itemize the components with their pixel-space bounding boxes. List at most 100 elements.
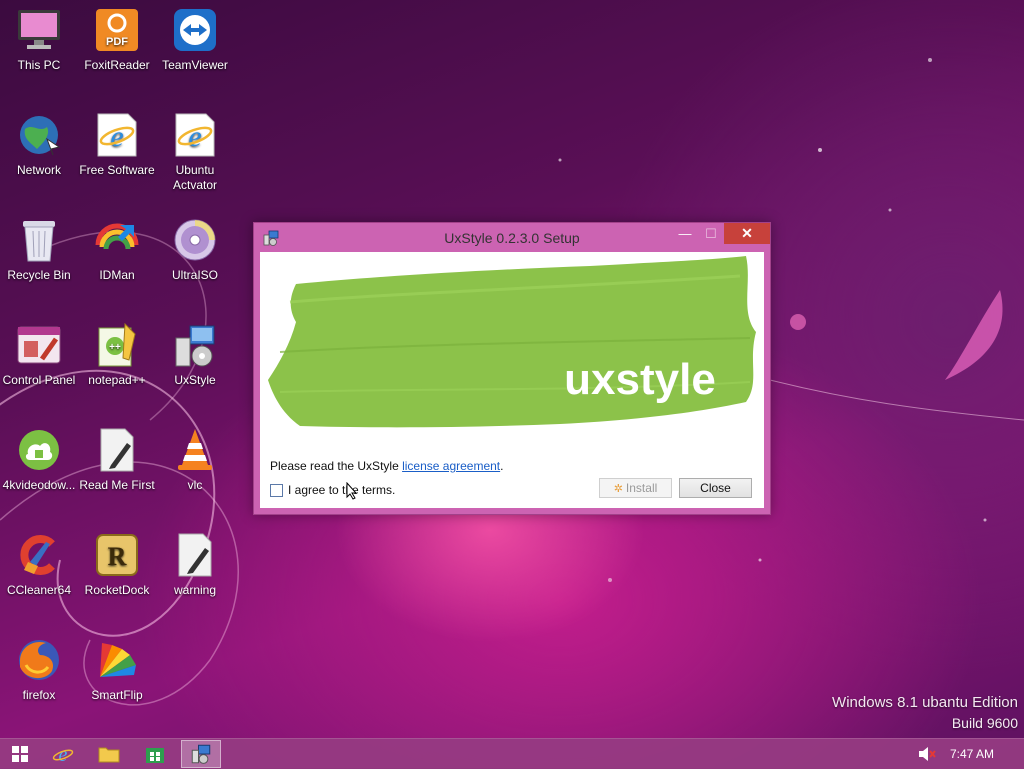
desktop-icon-vlc[interactable]: vlc — [156, 420, 234, 520]
icon-label: Control Panel — [2, 373, 76, 387]
install-label: Install — [625, 481, 658, 495]
install-button[interactable]: ✲ Install — [599, 478, 672, 498]
shield-gear-icon: ✲ — [613, 482, 623, 495]
control-panel-icon — [15, 321, 63, 369]
desktop-icon-recycle-bin[interactable]: Recycle Bin — [0, 210, 78, 310]
agree-checkbox-row[interactable]: I agree to the terms. — [270, 483, 395, 497]
icon-label: Free Software — [79, 163, 155, 177]
vlc-cone-icon — [171, 426, 219, 474]
desktop-icon-teamviewer[interactable]: TeamViewer — [156, 0, 234, 100]
icon-label: SmartFlip — [91, 688, 143, 702]
desktop-icon-warning[interactable]: warning — [156, 525, 234, 625]
computer-icon — [15, 6, 63, 54]
icon-label: RocketDock — [84, 583, 150, 597]
desktop-icon-ubuntu-actvator[interactable]: e Ubuntu Actvator — [156, 105, 234, 205]
setup-icon — [171, 321, 219, 369]
svg-text:++: ++ — [109, 342, 121, 353]
edition-text: Windows 8.1 ubantu Edition — [832, 694, 1018, 711]
desktop-icon-this-pc[interactable]: This PC — [0, 0, 78, 100]
icon-label: vlc — [187, 478, 203, 492]
internet-explorer-icon: e — [93, 111, 141, 159]
license-prompt: Please read the UxStyle license agreemen… — [270, 459, 503, 473]
document-icon — [171, 531, 219, 579]
desktop-icon-foxitreader[interactable]: PDF FoxitReader — [78, 0, 156, 100]
minimize-button[interactable]: — — [672, 223, 698, 244]
notepad-plus-icon: ++ — [93, 321, 141, 369]
color-fan-icon — [93, 636, 141, 684]
desktop-icon-4kvideodownloader[interactable]: 4kvideodow... — [0, 420, 78, 520]
icon-label: 4kvideodow... — [2, 478, 76, 492]
desktop-icon-network[interactable]: Network — [0, 105, 78, 205]
taskbar-store[interactable] — [135, 740, 175, 768]
icon-label: Recycle Bin — [7, 268, 71, 282]
icon-label: UltraISO — [171, 268, 218, 282]
svg-text:e: e — [110, 120, 123, 153]
store-icon — [146, 748, 164, 763]
license-agreement-link[interactable]: license agreement — [402, 459, 500, 473]
uxstyle-banner: uxstyle — [268, 256, 756, 428]
mouse-cursor-icon — [346, 482, 358, 500]
desktop-icon-free-software[interactable]: e Free Software — [78, 105, 156, 205]
desktop-icon-read-me-first[interactable]: Read Me First — [78, 420, 156, 520]
network-globe-icon — [15, 111, 63, 159]
agree-checkbox[interactable] — [270, 483, 283, 497]
os-watermark: Windows 8.1 ubantu Edition Build 9600 — [832, 694, 1018, 731]
recycle-bin-icon — [15, 216, 63, 264]
agree-label[interactable]: I agree to the terms. — [288, 483, 395, 497]
cloud-download-icon — [15, 426, 63, 474]
icon-label: TeamViewer — [162, 58, 228, 72]
taskbar-clock[interactable]: 7:47 AM — [950, 747, 994, 761]
firefox-icon — [15, 636, 63, 684]
icon-label: Read Me First — [79, 478, 155, 492]
document-icon — [93, 426, 141, 474]
maximize-button[interactable]: ☐ — [698, 223, 724, 244]
taskbar-file-explorer[interactable] — [89, 740, 129, 768]
desktop: This PC Network Recycle Bin Control Pane… — [0, 0, 1024, 738]
desktop-icon-rocketdock[interactable]: R RocketDock — [78, 525, 156, 625]
license-prompt-suffix: . — [500, 459, 504, 473]
start-button[interactable] — [0, 740, 40, 768]
svg-text:e: e — [59, 744, 68, 765]
desktop-icon-uxstyle[interactable]: UxStyle — [156, 315, 234, 415]
desktop-icon-firefox[interactable]: firefox — [0, 630, 78, 730]
banner-wordmark: uxstyle — [564, 355, 716, 404]
icon-label: warning — [173, 583, 217, 597]
icon-label: IDMan — [99, 268, 135, 282]
build-text: Build 9600 — [951, 715, 1018, 731]
close-button[interactable]: Close — [679, 478, 752, 498]
volume-muted-icon[interactable] — [918, 746, 936, 762]
desktop-icon-control-panel[interactable]: Control Panel — [0, 315, 78, 415]
download-manager-icon — [93, 216, 141, 264]
desktop-icon-smartflip[interactable]: SmartFlip — [78, 630, 156, 730]
desktop-icon-notepad-plus[interactable]: ++ notepad++ — [78, 315, 156, 415]
setup-dialog: UxStyle 0.2.3.0 Setup — ☐ ✕ uxstyle Plea… — [253, 222, 771, 515]
icon-label: Network — [16, 163, 61, 177]
icon-label: This PC — [17, 58, 61, 72]
dialog-titlebar[interactable]: UxStyle 0.2.3.0 Setup — ☐ ✕ — [254, 223, 770, 253]
internet-explorer-icon: e — [52, 744, 74, 765]
license-prompt-prefix: Please read the UxStyle — [270, 459, 403, 473]
icon-label: Ubuntu Actvator — [172, 163, 217, 192]
rocketdock-icon: R — [93, 531, 141, 579]
close-window-button[interactable]: ✕ — [724, 223, 770, 244]
teamviewer-icon — [171, 6, 219, 54]
windows-logo-icon — [12, 746, 28, 762]
icon-label: FoxitReader — [84, 58, 150, 72]
icon-label: CCleaner64 — [6, 583, 72, 597]
taskbar-internet-explorer[interactable]: e — [43, 740, 83, 768]
taskbar: e 7:47 AM — [0, 738, 1024, 769]
pdf-reader-icon: PDF — [93, 6, 141, 54]
pdf-badge: PDF — [106, 36, 128, 48]
disc-icon — [171, 216, 219, 264]
dialog-client-area: uxstyle Please read the UxStyle license … — [260, 252, 764, 508]
icon-label: UxStyle — [174, 373, 216, 387]
icon-label: notepad++ — [88, 373, 146, 387]
taskbar-uxstyle-setup[interactable] — [181, 740, 221, 768]
icon-label: firefox — [22, 688, 56, 702]
setup-icon — [191, 744, 211, 764]
desktop-icon-idman[interactable]: IDMan — [78, 210, 156, 310]
rocketdock-badge: R — [108, 542, 127, 571]
desktop-icon-ultraiso[interactable]: UltraISO — [156, 210, 234, 310]
ccleaner-icon — [15, 531, 63, 579]
desktop-icon-ccleaner64[interactable]: CCleaner64 — [0, 525, 78, 625]
